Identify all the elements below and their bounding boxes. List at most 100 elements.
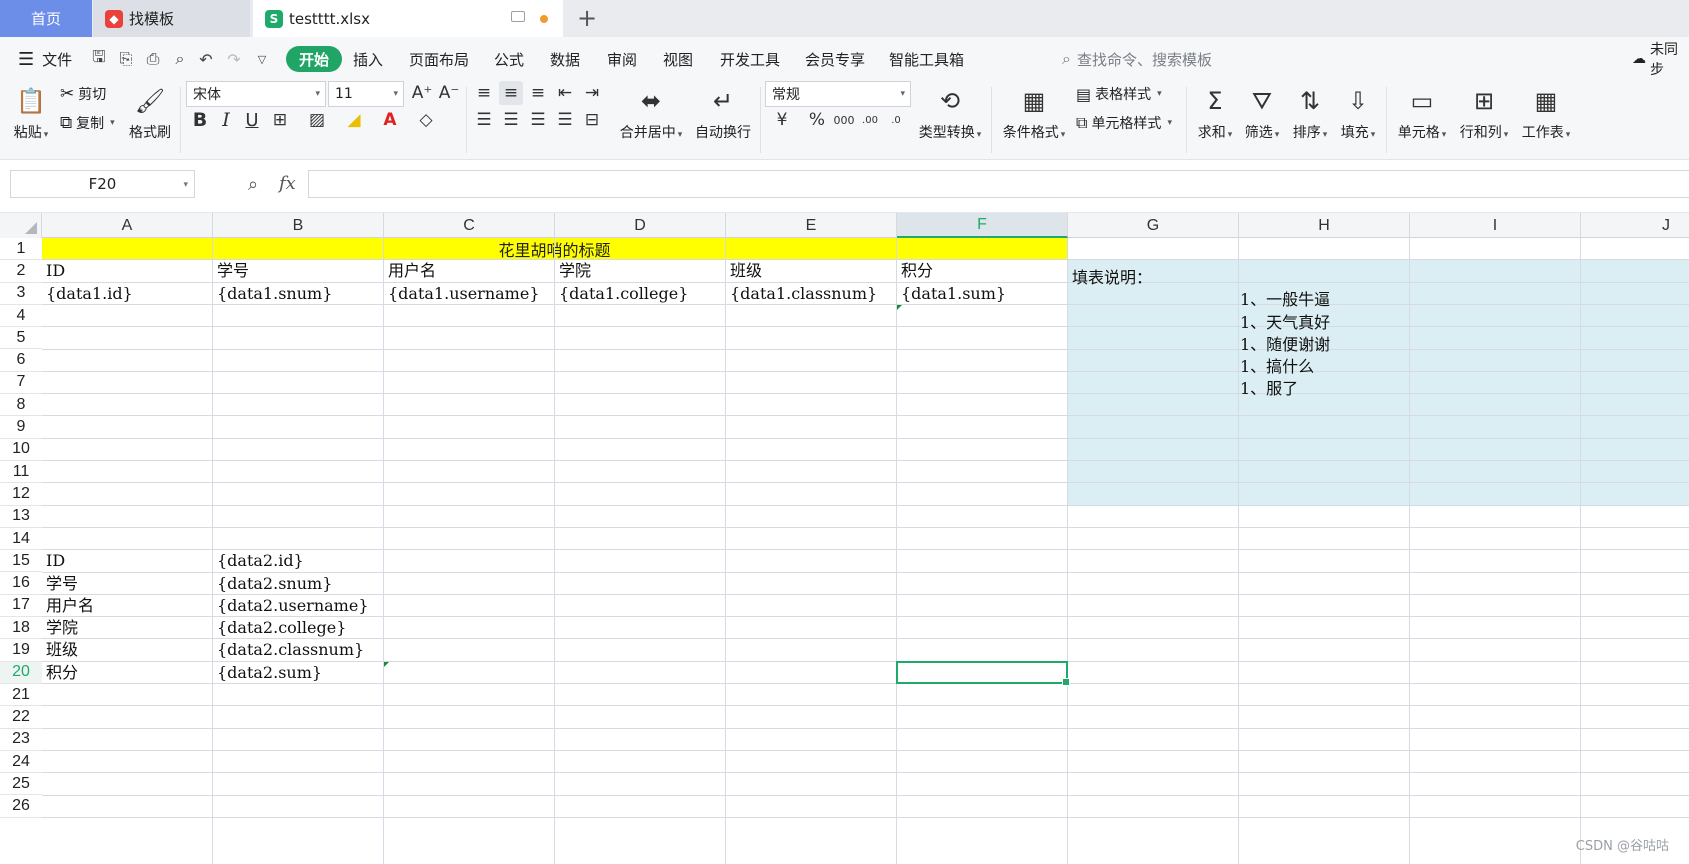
tab-template[interactable]: ◆ 找模板 — [93, 0, 250, 37]
template-cell[interactable]: {data1.college} — [555, 283, 688, 305]
menu-review[interactable]: 审阅 — [607, 37, 637, 81]
fill-button[interactable]: ⇩ 填充 ▾ — [1336, 84, 1380, 142]
template-cell[interactable]: {data2.classnum} — [213, 639, 364, 661]
row-header-19[interactable]: 19 — [0, 639, 42, 662]
template-cell[interactable]: {data1.id} — [42, 283, 133, 305]
template-cell[interactable]: {data2.college} — [213, 617, 346, 639]
row-header-22[interactable]: 22 — [0, 706, 42, 729]
header-cell[interactable]: ID — [42, 260, 65, 282]
row-header-25[interactable]: 25 — [0, 773, 42, 796]
monitor-icon[interactable] — [511, 11, 525, 22]
bold-icon[interactable]: B — [188, 108, 212, 132]
menu-start[interactable]: 开始 — [286, 46, 343, 72]
row-header-6[interactable]: 6 — [0, 349, 42, 372]
fx-icon[interactable]: fx — [279, 173, 296, 194]
border-icon[interactable]: ⊞ — [268, 108, 292, 132]
underline-icon[interactable]: U — [240, 108, 264, 132]
row-header-26[interactable]: 26 — [0, 795, 42, 818]
template-cell[interactable]: {data1.sum} — [897, 283, 1006, 305]
increase-decimal-icon[interactable]: .00 — [858, 108, 882, 132]
print-preview-icon[interactable]: ⌕ — [170, 49, 190, 69]
row-header-13[interactable]: 13 — [0, 505, 42, 528]
row-header-21[interactable]: 21 — [0, 684, 42, 707]
tab-file[interactable]: S testttt.xlsx — [253, 0, 563, 37]
row-header-10[interactable]: 10 — [0, 438, 42, 461]
menu-member[interactable]: 会员专享 — [805, 37, 865, 81]
column-header-a[interactable]: A — [42, 213, 213, 238]
active-cell-selection[interactable] — [896, 660, 1070, 687]
name-box[interactable]: F20 ▾ — [10, 170, 195, 198]
format-painter-button[interactable]: 🖌 格式刷 — [128, 84, 172, 142]
customize-dropdown-icon[interactable]: ▽ — [252, 49, 272, 69]
cut-button[interactable]: ✂ 剪切 — [60, 84, 106, 104]
template-cell[interactable]: {data2.sum} — [213, 662, 322, 684]
label-cell[interactable]: ID — [42, 550, 65, 572]
command-search[interactable]: ⌕ 查找命令、搜索模板 — [1062, 37, 1212, 81]
row-header-17[interactable]: 17 — [0, 594, 42, 618]
label-cell[interactable]: 学院 — [42, 617, 78, 639]
column-header-e[interactable]: E — [726, 213, 897, 238]
menu-smart-tools[interactable]: 智能工具箱 — [889, 37, 964, 81]
header-cell[interactable]: 积分 — [897, 260, 933, 282]
conditional-format-button[interactable]: ▦ 条件格式 ▾ — [1000, 84, 1068, 142]
table-style-button[interactable]: ▤ 表格样式 ▾ — [1076, 84, 1162, 104]
row-header-3[interactable]: 3 — [0, 282, 42, 305]
column-header-j[interactable]: J — [1581, 213, 1689, 238]
row-header-16[interactable]: 16 — [0, 572, 42, 595]
font-name-select[interactable]: 宋体 ▾ — [186, 81, 326, 107]
column-header-i[interactable]: I — [1410, 213, 1581, 238]
thousands-icon[interactable]: 000 — [832, 108, 856, 132]
increase-indent-icon[interactable]: ⇥ — [580, 81, 604, 105]
sort-button[interactable]: ⇅ 排序 ▾ — [1288, 84, 1332, 142]
increase-font-icon[interactable]: A⁺ — [410, 81, 434, 105]
template-cell[interactable]: {data1.snum} — [213, 283, 332, 305]
column-header-g[interactable]: G — [1068, 213, 1239, 238]
menu-view[interactable]: 视图 — [663, 37, 693, 81]
row-header-15[interactable]: 15 — [0, 550, 42, 573]
type-convert-button[interactable]: ⟲ 类型转换 ▾ — [915, 84, 985, 142]
column-header-b[interactable]: B — [213, 213, 384, 238]
distribute-icon[interactable]: ⊟ — [580, 108, 604, 132]
redo-icon[interactable]: ↷ — [224, 49, 244, 69]
row-header-8[interactable]: 8 — [0, 394, 42, 417]
font-color-icon[interactable]: A — [378, 108, 402, 132]
column-header-d[interactable]: D — [555, 213, 726, 238]
new-tab-button[interactable]: + — [573, 4, 601, 32]
row-header-20[interactable]: 20 — [0, 661, 42, 684]
currency-icon[interactable]: ¥ — [770, 108, 794, 132]
template-cell[interactable]: {data2.snum} — [213, 573, 332, 595]
cell-area[interactable]: 花里胡哨的标题 ID学号用户名学院班级积分{data1.id}{data1.sn… — [42, 238, 1689, 864]
row-header-2[interactable]: 2 — [0, 260, 42, 283]
label-cell[interactable]: 用户名 — [42, 595, 94, 617]
row-header-23[interactable]: 23 — [0, 728, 42, 751]
copy-button[interactable]: ⧉ 复制 ▾ — [60, 113, 115, 133]
template-cell[interactable]: {data1.username} — [384, 283, 540, 305]
row-header-18[interactable]: 18 — [0, 617, 42, 640]
export-icon[interactable]: ⎘ — [116, 49, 136, 69]
clear-format-icon[interactable]: ◇ — [414, 108, 438, 132]
wrap-text-button[interactable]: ↵ 自动换行 — [692, 84, 754, 142]
row-header-14[interactable]: 14 — [0, 527, 42, 551]
decrease-indent-icon[interactable]: ⇤ — [553, 81, 577, 105]
italic-icon[interactable]: I — [214, 108, 238, 132]
row-header-24[interactable]: 24 — [0, 750, 42, 774]
header-cell[interactable]: 用户名 — [384, 260, 436, 282]
fill-pattern-icon[interactable]: ▨ — [305, 108, 329, 132]
menu-developer[interactable]: 开发工具 — [720, 37, 780, 81]
align-center-icon[interactable]: ☰ — [499, 108, 523, 132]
percent-icon[interactable]: % — [805, 108, 829, 132]
menu-page-layout[interactable]: 页面布局 — [409, 37, 469, 81]
column-header-f[interactable]: F — [897, 213, 1068, 238]
row-header-4[interactable]: 4 — [0, 304, 42, 328]
formula-input[interactable] — [308, 170, 1689, 198]
menu-data[interactable]: 数据 — [550, 37, 580, 81]
menu-insert[interactable]: 插入 — [353, 37, 383, 81]
template-cell[interactable]: {data2.id} — [213, 550, 304, 572]
merge-center-button[interactable]: ⬌ 合并居中 ▾ — [614, 84, 688, 142]
menu-formula[interactable]: 公式 — [494, 37, 524, 81]
label-cell[interactable]: 积分 — [42, 662, 78, 684]
paste-button[interactable]: 📋 粘贴 ▾ — [10, 84, 52, 142]
align-left-icon[interactable]: ☰ — [472, 108, 496, 132]
row-header-7[interactable]: 7 — [0, 371, 42, 395]
decrease-font-icon[interactable]: A⁻ — [437, 81, 461, 105]
